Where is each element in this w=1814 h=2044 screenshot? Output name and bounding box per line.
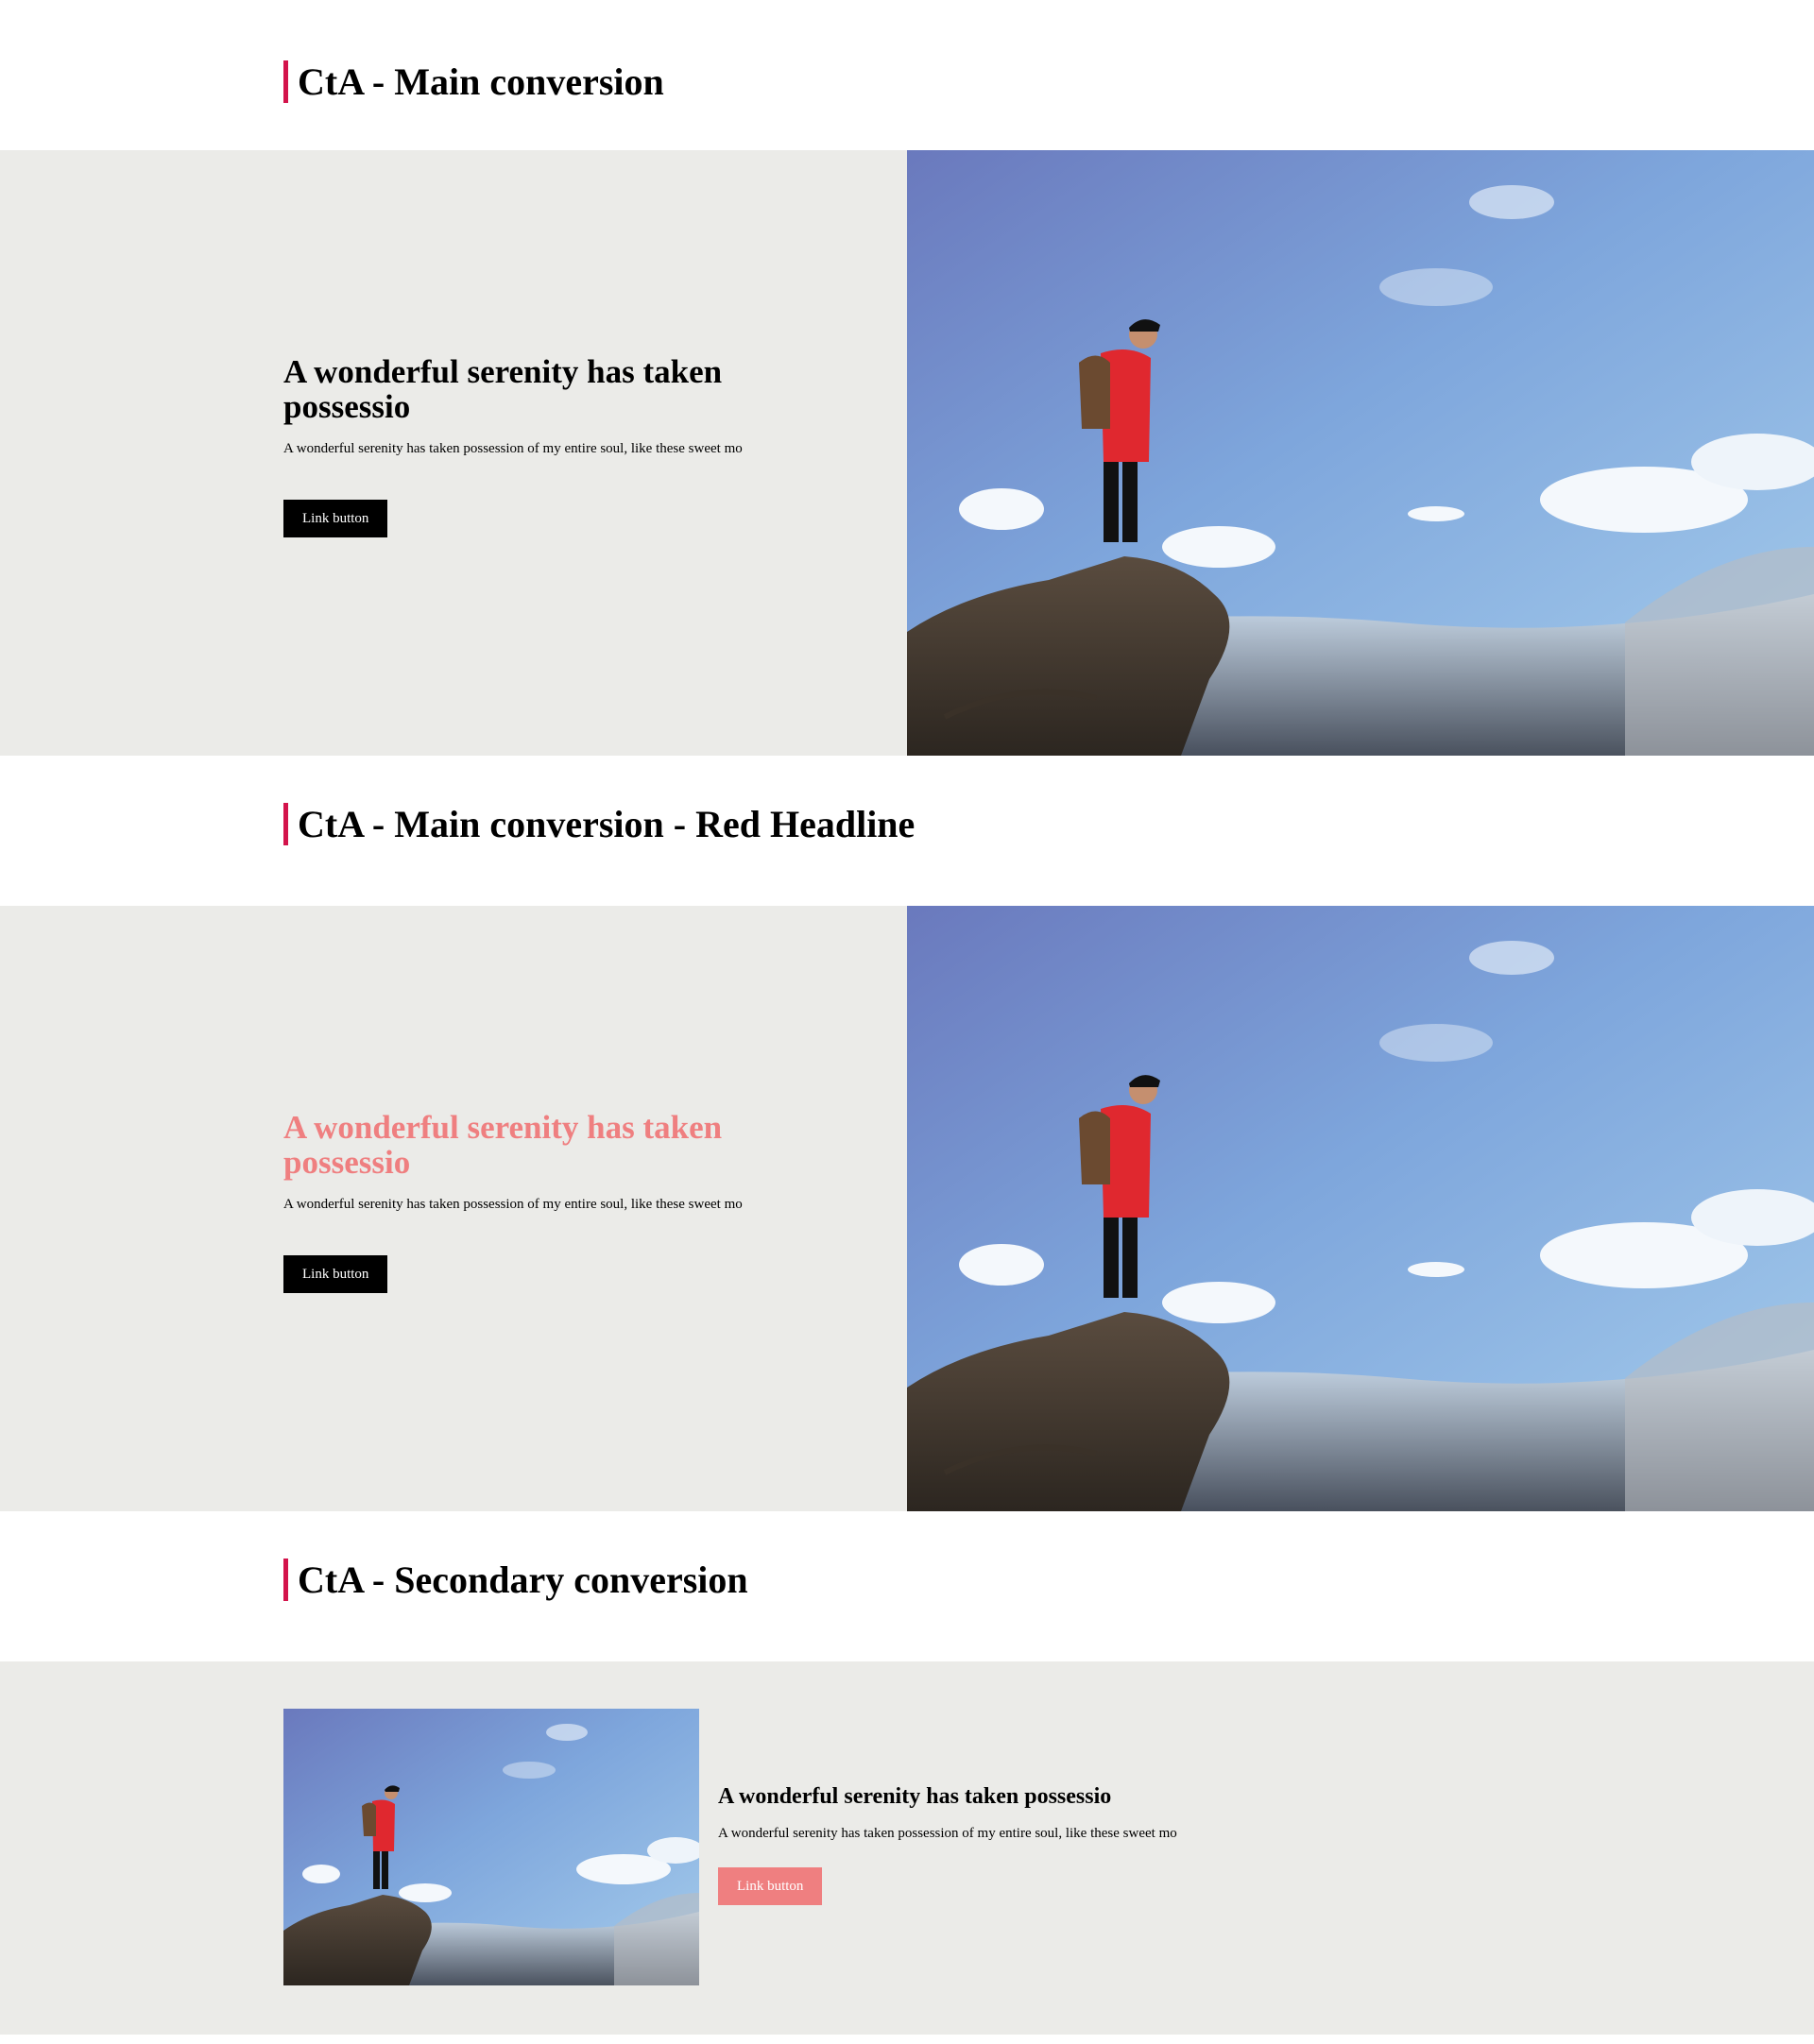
hiker-on-cliff-image (283, 1709, 699, 1985)
cta-body-text: A wonderful serenity has taken possessio… (718, 1826, 1177, 1841)
cta-body-text: A wonderful serenity has taken possessio… (283, 441, 743, 456)
cta-content: A wonderful serenity has taken possessio… (283, 1110, 850, 1293)
section-header-secondary-conversion: CtA - Secondary conversion (0, 1511, 1814, 1661)
link-button[interactable]: Link button (283, 500, 388, 537)
section-title: CtA - Main conversion (298, 60, 664, 103)
cta-headline: A wonderful serenity has taken possessio (283, 1109, 723, 1181)
cta-main-conversion-red: A wonderful serenity has taken possessio… (0, 906, 1814, 1511)
section-header-red-headline: CtA - Main conversion - Red Headline (0, 756, 1814, 906)
hiker-photo (907, 150, 1814, 756)
cta-headline: A wonderful serenity has taken possessio (718, 1784, 1112, 1809)
section-header-main-conversion: CtA - Main conversion (0, 0, 1814, 150)
cta-headline: A wonderful serenity has taken possessio (283, 353, 723, 425)
cta-body-text: A wonderful serenity has taken possessio… (283, 1197, 743, 1212)
cta-secondary-conversion: A wonderful serenity has taken possessio… (0, 1661, 1814, 2035)
section-title: CtA - Secondary conversion (298, 1559, 748, 1601)
accent-bar (283, 60, 288, 103)
hiker-photo (907, 906, 1814, 1511)
hiker-photo (283, 1709, 699, 1985)
link-button[interactable]: Link button (718, 1867, 823, 1905)
accent-bar (283, 1559, 288, 1601)
cta-main-conversion: A wonderful serenity has taken possessio… (0, 150, 1814, 756)
hiker-on-cliff-image (907, 906, 1814, 1511)
cta-content: A wonderful serenity has taken possessio… (718, 1782, 1379, 1905)
link-button[interactable]: Link button (283, 1255, 388, 1293)
accent-bar (283, 803, 288, 845)
cta-content: A wonderful serenity has taken possessio… (283, 354, 850, 537)
section-title: CtA - Main conversion - Red Headline (298, 803, 916, 845)
hiker-on-cliff-image (907, 150, 1814, 756)
